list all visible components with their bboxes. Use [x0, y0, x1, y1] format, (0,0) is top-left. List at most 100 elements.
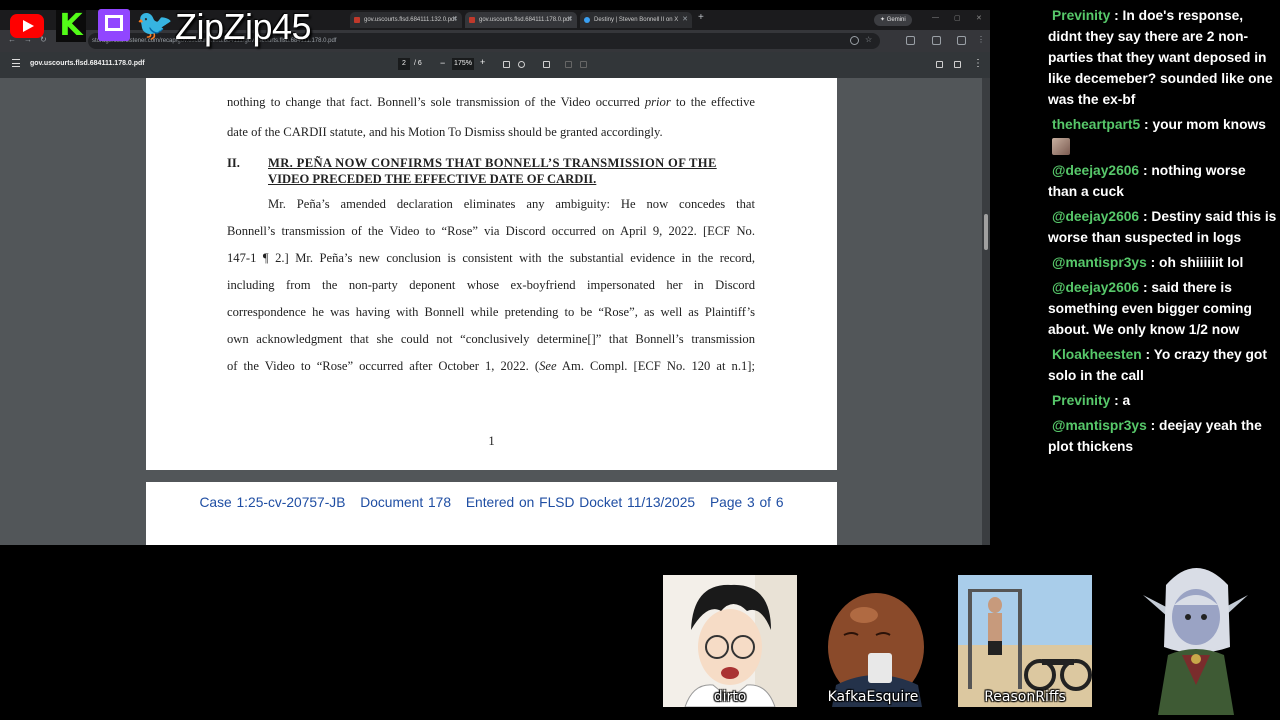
doc-text: nothing to change that fact. Bonnell’s s…	[227, 95, 645, 109]
gemini-button[interactable]: ✦ Gemini	[874, 14, 912, 26]
twitter-icon: 🐦	[136, 9, 174, 42]
participant-kafkaesquire: KafkaEsquire	[806, 575, 940, 707]
docket-entry: Entered on FLSD Docket 11/13/2025	[465, 495, 696, 510]
tab-label: gov.uscourts.flsd.684111.178.0.pdf	[479, 17, 572, 23]
chat-message: @deejay2606 : said there is something ev…	[1048, 280, 1252, 337]
page-of: Page 3 of 6	[709, 495, 784, 510]
chat-message: Previnity : In doe's response, didnt the…	[1048, 8, 1273, 107]
doc-line: own acknowledgment that she could not “c…	[227, 332, 755, 346]
fit-page-icon[interactable]	[503, 61, 510, 68]
redo-icon[interactable]	[580, 61, 587, 68]
emote-icon	[1052, 137, 1070, 155]
doc-line: Mr. Peña’s amended declaration eliminate…	[268, 197, 755, 211]
pdf-page: Case 1:25-cv-20757-JB Document 178 Enter…	[146, 482, 837, 545]
close-icon[interactable]: ✕	[452, 12, 458, 28]
zoom-in-button[interactable]: +	[480, 57, 485, 67]
pdf-tab-icon	[469, 17, 475, 23]
participant-name: KafkaEsquire	[827, 689, 919, 705]
scrollbar[interactable]	[982, 78, 990, 545]
chat-username: @mantispr3ys	[1052, 418, 1147, 433]
new-tab-button[interactable]: +	[698, 12, 704, 23]
minimize-icon[interactable]: —	[932, 14, 939, 21]
chat-message: @mantispr3ys : deejay yeah the plot thic…	[1048, 418, 1262, 454]
doc-line: 147-1 ¶ 2.] Mr. Peña’s new conclusion is…	[227, 251, 755, 265]
chat-text: a	[1122, 393, 1131, 408]
print-icon[interactable]	[954, 61, 961, 68]
document-number: Document 178	[360, 495, 451, 510]
doc-text: Am. Compl. [ECF No. 120 at n.1];	[556, 359, 755, 373]
chat-message: Kloakheesten : Yo crazy they got solo in…	[1048, 347, 1267, 383]
chat-username: Previnity	[1052, 8, 1111, 23]
doc-line: date of the CARDII statute, and his Moti…	[227, 125, 663, 139]
chat-username: Kloakheesten	[1052, 347, 1142, 362]
doc-line: of the Video to “Rose” occurred after Oc…	[227, 359, 755, 374]
page-number: 1	[488, 434, 495, 448]
case-number: Case 1:25-cv-20757-JB	[199, 495, 346, 510]
chat-username: Previnity	[1052, 393, 1111, 408]
tab-pdf-132[interactable]: gov.uscourts.flsd.684111.132.0.pdf ✕	[350, 12, 462, 28]
bean-avatar-image	[806, 575, 940, 707]
doc-text: to the effective	[670, 95, 755, 109]
twitter-tab-icon	[584, 17, 590, 23]
gemini-label: Gemini	[886, 17, 906, 23]
chat-message: @deejay2606 : Destiny said this is worse…	[1048, 209, 1277, 245]
doc-line: including from the non-party deponent wh…	[227, 278, 755, 292]
tab-destiny-x[interactable]: Destiny | Steven Bonnell II on X ✕	[580, 12, 692, 28]
pdf-more-icon[interactable]: ⋮	[973, 58, 983, 69]
chat-username: theheartpart5	[1052, 117, 1141, 132]
pdf-viewer[interactable]: nothing to change that fact. Bonnell’s s…	[0, 78, 990, 545]
download-icon[interactable]	[936, 61, 943, 68]
doc-italic: See	[539, 359, 557, 373]
zoom-level-input[interactable]: 175%	[452, 58, 474, 70]
youtube-icon	[10, 14, 44, 38]
close-icon[interactable]: ✕	[682, 12, 688, 28]
platform-logos: K 🐦 ZipZip45	[10, 6, 340, 48]
page-total: / 6	[414, 60, 422, 67]
sidepanel-icon[interactable]	[932, 36, 941, 45]
scrollbar-thumb[interactable]	[984, 214, 988, 250]
zoom-out-button[interactable]: −	[440, 58, 445, 68]
doc-line: nothing to change that fact. Bonnell’s s…	[227, 95, 755, 110]
close-icon[interactable]: ✕	[567, 12, 573, 28]
anime-avatar-image	[663, 575, 797, 707]
tab-label: Destiny | Steven Bonnell II on X	[594, 17, 679, 23]
extensions-icon[interactable]	[906, 36, 915, 45]
chat-text: your mom knows	[1152, 117, 1266, 132]
elf-avatar-image	[1143, 568, 1248, 715]
zoom-icon[interactable]	[850, 36, 859, 45]
participant-reasonriffs: ReasonRiffs	[958, 575, 1092, 707]
chat-message: @mantispr3ys : oh shiiiiiit lol	[1048, 252, 1278, 273]
undo-icon[interactable]	[565, 61, 572, 68]
beach-photo-image	[958, 575, 1092, 707]
doc-line: Bonnell’s transmission of the Video to “…	[227, 224, 755, 238]
browser-menu-icon[interactable]: ⋮	[977, 35, 985, 44]
doc-line: correspondence he was having with Bonnel…	[227, 305, 755, 319]
window-close-icon[interactable]: ✕	[976, 14, 982, 22]
tab-pdf-178[interactable]: gov.uscourts.flsd.684111.178.0.pdf ✕	[465, 12, 577, 28]
chat-message: @deejay2606 : nothing worse than a cuck	[1048, 163, 1246, 199]
chat-username: @deejay2606	[1052, 280, 1140, 295]
chat-username: @deejay2606	[1052, 209, 1140, 224]
hamburger-menu-icon[interactable]	[12, 59, 20, 67]
maximize-icon[interactable]: ▢	[954, 14, 961, 22]
tab-label: gov.uscourts.flsd.684111.132.0.pdf	[364, 17, 457, 23]
pdf-page: nothing to change that fact. Bonnell’s s…	[146, 78, 837, 470]
section-number: II.	[227, 156, 240, 170]
twitch-icon	[98, 9, 130, 41]
profile-icon[interactable]	[957, 36, 966, 45]
section-heading-line: VIDEO PRECEDED THE EFFECTIVE DATE OF CAR…	[268, 172, 597, 186]
participant-name: dirto	[713, 689, 747, 705]
chat-username: @deejay2606	[1052, 163, 1140, 178]
annotate-icon[interactable]	[543, 61, 550, 68]
participant-dirto: dirto	[663, 575, 797, 707]
rotate-icon[interactable]	[518, 61, 525, 68]
chat-text: oh shiiiiiit lol	[1159, 255, 1244, 270]
doc-italic: prior	[644, 95, 671, 109]
page-number-input[interactable]: 2	[398, 58, 410, 70]
stream-scene: gov.uscourts.flsd.684111.132.0.pdf ✕ gov…	[0, 0, 1280, 720]
browser-window: gov.uscourts.flsd.684111.132.0.pdf ✕ gov…	[0, 10, 990, 545]
bookmark-star-icon[interactable]: ☆	[865, 35, 872, 44]
kick-icon: K	[56, 10, 86, 42]
chat-message: Previnity : a	[1048, 390, 1278, 411]
channel-name: ZipZip45	[175, 6, 312, 47]
